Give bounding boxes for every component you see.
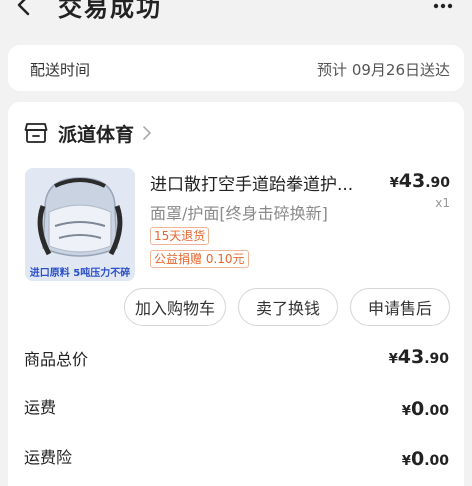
return-policy-tag: 15天退货 [150, 227, 210, 245]
total-price-row: 商品总价 ¥43.90 [24, 346, 449, 372]
shipping-fee-decimal: .00 [424, 403, 449, 419]
total-price-decimal: .90 [424, 351, 449, 367]
shop-icon [24, 123, 48, 143]
shop-name: 派道体育 [58, 123, 135, 146]
shipping-insurance-label: 运费险 [24, 448, 73, 467]
total-price-currency: ¥ [388, 352, 398, 367]
sell-for-cash-button[interactable]: 卖了换钱 [238, 288, 338, 326]
top-bar: 交易成功 [0, 0, 472, 26]
shipping-insurance-decimal: .00 [424, 453, 449, 469]
shipping-insurance-value: ¥0.00 [402, 448, 449, 470]
more-options-icon[interactable] [432, 0, 454, 12]
shipping-insurance-currency: ¥ [401, 454, 411, 469]
shipping-insurance-integer: 0 [410, 448, 425, 470]
product-image[interactable]: 进口原料 5吨压力不碎 [25, 168, 135, 281]
shop-header[interactable]: 派道体育 [24, 118, 152, 148]
product-title[interactable]: 进口散打空手道跆拳道护... [150, 170, 382, 195]
total-price-value: ¥43.90 [389, 346, 449, 368]
shipping-fee-row: 运费 ¥0.00 [24, 394, 449, 420]
total-price-integer: 43 [397, 346, 425, 368]
shipping-fee-label: 运费 [24, 398, 57, 417]
product-image-caption: 进口原料 5吨压力不碎 [29, 268, 131, 279]
chevron-right-icon [143, 126, 151, 140]
product-spec: 面罩/护面[终身击碎换新] [150, 204, 328, 223]
product-price-currency: ¥ [389, 176, 399, 191]
product-quantity: x1 [435, 196, 450, 210]
shipping-insurance-row: 运费险 ¥0.00 [24, 444, 449, 470]
page-title: 交易成功 [58, 0, 162, 22]
after-sales-button[interactable]: 申请售后 [350, 288, 450, 326]
back-arrow-icon[interactable] [14, 0, 36, 16]
product-price-integer: 43 [398, 170, 426, 192]
shipping-fee-currency: ¥ [401, 404, 411, 419]
product-price-decimal: .90 [425, 175, 450, 191]
total-price-label: 商品总价 [24, 350, 89, 369]
order-card: 派道体育 进口原料 5吨压力不碎 进口散打空手道跆拳道护... 面罩/护面[终身… [8, 102, 464, 486]
add-to-cart-button[interactable]: 加入购物车 [124, 288, 226, 326]
shipping-fee-value: ¥0.00 [402, 398, 449, 420]
shipping-fee-integer: 0 [410, 398, 425, 420]
delivery-time-value: 预计 09月26日送达 [317, 61, 450, 79]
charity-donation-tag: 公益捐赠 0.10元 [150, 250, 249, 268]
product-price: ¥43.90 [390, 170, 450, 192]
delivery-time-label: 配送时间 [30, 61, 91, 79]
delivery-time-card: 配送时间 预计 09月26日送达 [8, 45, 464, 91]
